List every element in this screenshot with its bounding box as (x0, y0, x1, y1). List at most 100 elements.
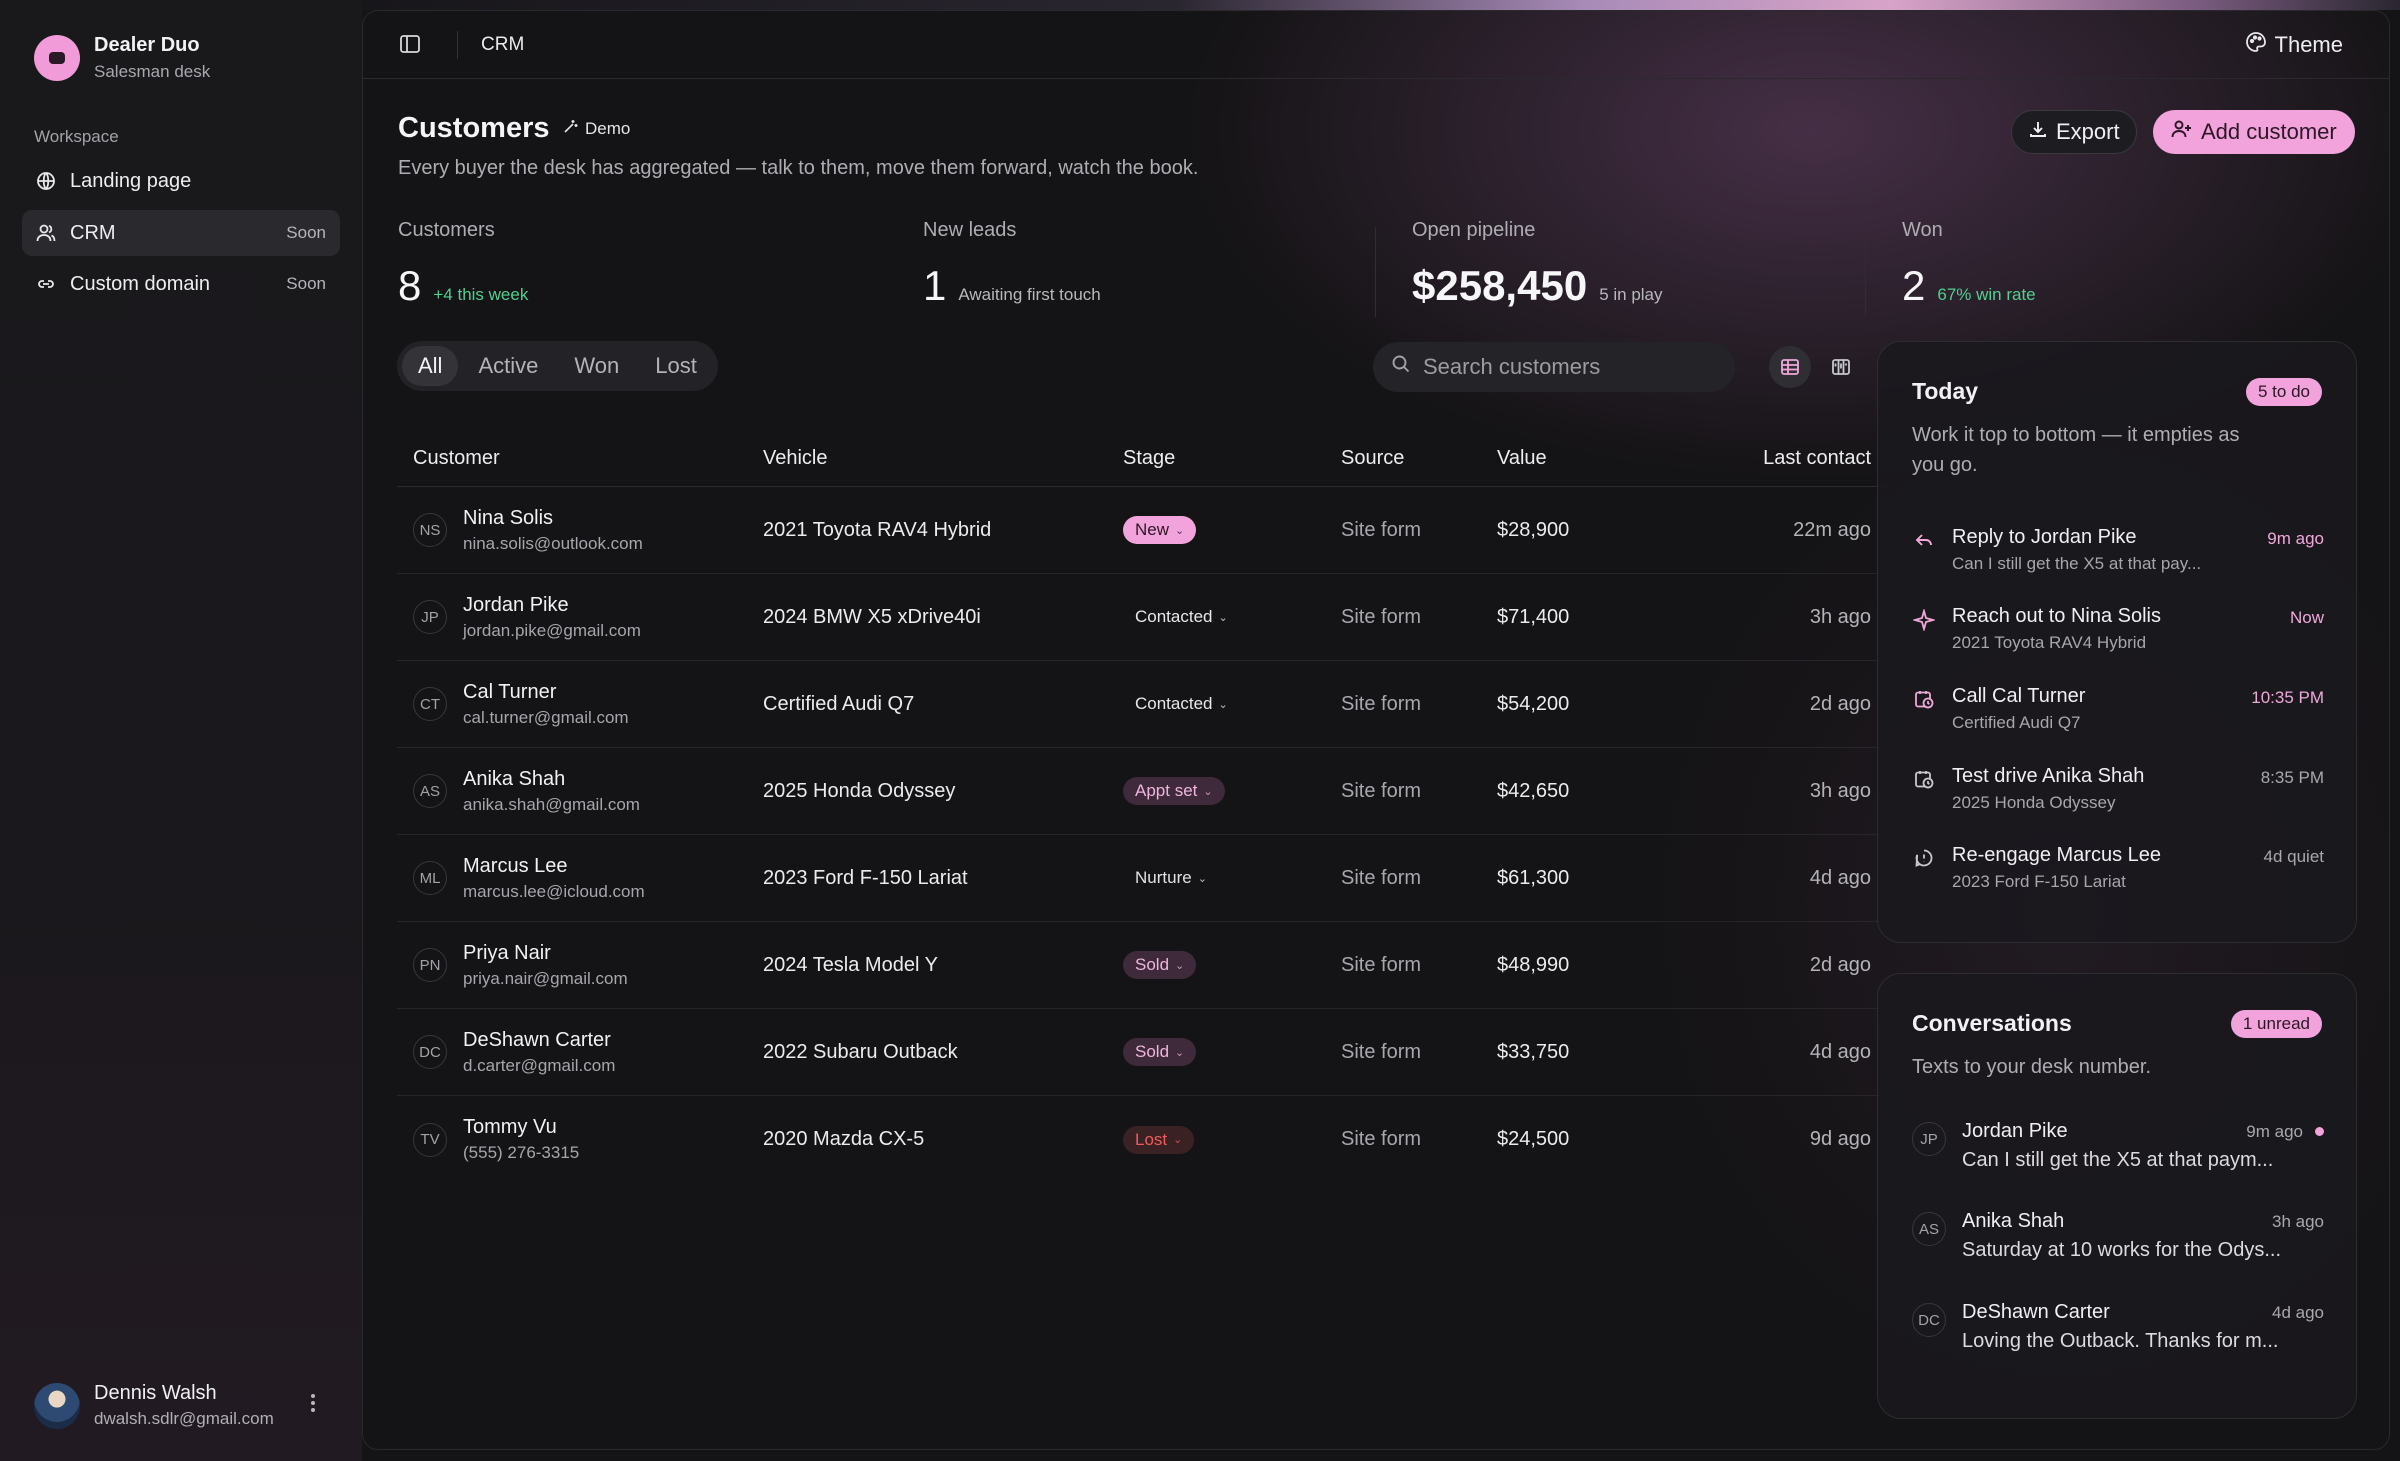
column-header-customer[interactable]: Customer (397, 447, 763, 470)
brand-logo-icon (34, 35, 80, 81)
table-view-icon[interactable] (1769, 346, 1811, 388)
stat-note: 5 in play (1599, 285, 1663, 304)
last-contact-cell: 4d ago (1809, 1040, 1871, 1063)
source-cell: Site form (1341, 953, 1422, 976)
column-header-value[interactable]: Value (1497, 447, 1647, 470)
source-cell: Site form (1341, 1128, 1422, 1150)
stat-note: 67% win rate (1937, 285, 2036, 304)
customer-name: Cal Turner (463, 680, 557, 703)
next-card-edge (1877, 1449, 2357, 1450)
customer-contact: (555) 276-3315 (463, 1143, 580, 1162)
sidebar-item-landing-page[interactable]: Landing page (22, 158, 340, 204)
sidebar-toggle-icon[interactable] (399, 33, 421, 60)
stat-note: Awaiting first touch (958, 285, 1101, 304)
task-detail: Can I still get the X5 at that pay... (1952, 554, 2202, 573)
sidebar-item-label: CRM (70, 221, 116, 244)
stat-new-leads: New leads 1 Awaiting first touch (923, 219, 1101, 310)
today-title: Today (1912, 378, 1979, 404)
task-item[interactable]: Call Cal Turner Certified Audi Q7 10:35 P… (1898, 679, 2338, 751)
task-time: Now (2289, 608, 2324, 627)
source-cell: Site form (1341, 518, 1422, 541)
stage-dropdown[interactable]: Sold ⌄ (1123, 951, 1197, 979)
table-row[interactable]: TV Tommy Vu (555) 276-3315 2020 Mazda CX-5… (397, 1096, 1889, 1183)
filter-tab-won[interactable]: Won (558, 346, 635, 386)
stage-dropdown[interactable]: Sold ⌄ (1123, 1038, 1197, 1066)
table-row[interactable]: ML Marcus Lee marcus.lee@icloud.com 2023 F… (397, 835, 1889, 922)
user-name: Dennis Walsh (94, 1382, 217, 1404)
sidebar-item-crm[interactable]: CRM Soon (22, 210, 340, 256)
column-header-last-contact[interactable]: Last contact (1647, 447, 1889, 470)
task-detail: Certified Audi Q7 (1952, 713, 2081, 732)
unread-dot-icon (2315, 1127, 2324, 1136)
avatar: JP (1912, 1122, 1946, 1156)
stage-dropdown[interactable]: Contacted ⌄ (1123, 690, 1240, 718)
breadcrumb[interactable]: CRM (481, 34, 524, 56)
avatar: ML (413, 861, 447, 895)
wand-icon (563, 118, 579, 139)
sidebar-item-custom-domain[interactable]: Custom domain Soon (22, 261, 340, 307)
column-header-source[interactable]: Source (1341, 447, 1497, 470)
task-item[interactable]: Reach out to Nina Solis 2021 Toyota RAV4 … (1898, 599, 2338, 671)
table-row[interactable]: PN Priya Nair priya.nair@gmail.com 2024 Te… (397, 922, 1889, 1009)
stage-filter-tabs: All Active Won Lost (397, 341, 718, 391)
add-customer-button[interactable]: Add customer (2153, 110, 2355, 154)
table-row[interactable]: DC DeShawn Carter d.carter@gmail.com 2022 … (397, 1009, 1889, 1096)
avatar: CT (413, 687, 447, 721)
more-vertical-icon[interactable] (310, 1392, 316, 1419)
stage-dropdown[interactable]: Lost ⌄ (1123, 1125, 1195, 1154)
theme-button[interactable]: Theme (2245, 31, 2343, 59)
user-plus-icon (2171, 119, 2193, 145)
customer-name: Priya Nair (463, 941, 551, 964)
stage-dropdown[interactable]: New ⌄ (1123, 516, 1197, 544)
stat-label: Won (1902, 219, 1943, 241)
user-profile[interactable]: Dennis Walsh dwalsh.sdlr@gmail.com (34, 1382, 334, 1429)
calendar-clock-icon (1912, 759, 1936, 831)
task-item[interactable]: Reply to Jordan Pike Can I still get the … (1898, 520, 2338, 592)
stage-label: Nurture (1135, 868, 1192, 887)
column-header-stage[interactable]: Stage (1123, 447, 1341, 470)
column-header-vehicle[interactable]: Vehicle (763, 447, 1123, 470)
table-row[interactable]: NS Nina Solis nina.solis@outlook.com 2021 … (397, 487, 1889, 574)
customer-contact: nina.solis@outlook.com (463, 533, 643, 553)
task-title: Reply to Jordan Pike (1952, 526, 2137, 548)
last-contact-cell: 9d ago (1809, 1128, 1871, 1150)
theme-label: Theme (2274, 32, 2343, 57)
sidebar: Dealer Duo Salesman desk Workspace Landi… (0, 0, 362, 1461)
search-input[interactable]: Search customers (1373, 342, 1735, 392)
filter-tab-all[interactable]: All (402, 346, 459, 386)
conversation-item[interactable]: DC DeShawn Carter 4d ago Loving the Outba… (1898, 1293, 2338, 1373)
stage-dropdown[interactable]: Contacted ⌄ (1123, 603, 1240, 631)
table-row[interactable]: AS Anika Shah anika.shah@gmail.com 2025 Ho… (397, 748, 1889, 835)
stage-dropdown[interactable]: Nurture ⌄ (1123, 864, 1219, 892)
filter-tab-lost[interactable]: Lost (639, 346, 713, 386)
task-item[interactable]: Test drive Anika Shah 2025 Honda Odyssey … (1898, 759, 2338, 831)
task-detail: 2025 Honda Odyssey (1952, 793, 2116, 812)
soon-badge: Soon (286, 274, 326, 293)
stat-label: Open pipeline (1412, 219, 1536, 241)
task-item[interactable]: Re-engage Marcus Lee 2023 Ford F-150 Lari… (1898, 838, 2338, 910)
avatar: AS (413, 774, 447, 808)
customer-name: Nina Solis (463, 506, 554, 529)
stage-dropdown[interactable]: Appt set ⌄ (1123, 777, 1225, 805)
chevron-down-icon: ⌄ (1175, 959, 1185, 972)
board-view-icon[interactable] (1820, 346, 1862, 388)
brand[interactable]: Dealer Duo Salesman desk (34, 34, 210, 82)
table-row[interactable]: CT Cal Turner cal.turner@gmail.com Certifi… (397, 661, 1889, 748)
conversation-item[interactable]: AS Anika Shah 3h ago Saturday at 10 works… (1898, 1202, 2338, 1282)
value-cell: $24,500 (1497, 1128, 1570, 1150)
avatar: JP (413, 600, 447, 634)
source-cell: Site form (1341, 1040, 1422, 1063)
export-button[interactable]: Export (2011, 110, 2137, 154)
stat-value: 8 (398, 262, 422, 309)
conversation-preview: Saturday at 10 works for the Odys... (1962, 1239, 2282, 1261)
conversation-item[interactable]: JP Jordan Pike 9m ago Can I still get the… (1898, 1112, 2338, 1192)
page-subtitle: Every buyer the desk has aggregated — ta… (398, 157, 1199, 179)
search-icon (1391, 354, 1411, 380)
table-row[interactable]: JP Jordan Pike jordan.pike@gmail.com 2024 … (397, 574, 1889, 661)
filter-tab-active[interactable]: Active (462, 346, 554, 386)
task-title: Test drive Anika Shah (1952, 765, 2145, 787)
top-accent-bar (362, 0, 2400, 10)
demo-label: Demo (585, 118, 631, 138)
vehicle-cell: 2024 BMW X5 xDrive40i (763, 605, 981, 628)
task-title: Call Cal Turner (1952, 685, 2086, 707)
